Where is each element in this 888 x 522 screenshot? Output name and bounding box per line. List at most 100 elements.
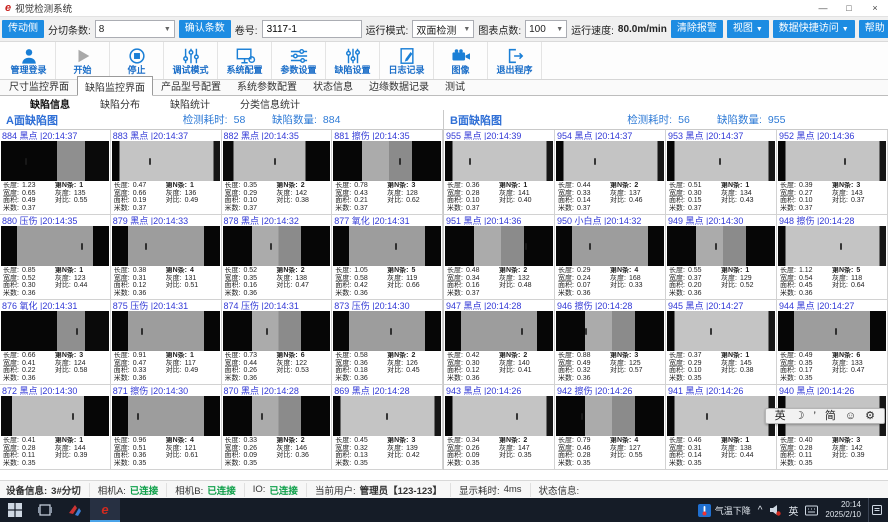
defect-cell[interactable]: 943 黑点 |20:14:26长度:0.34宽度:0.26面积:0.09米数:… (444, 385, 555, 470)
contrast-label: 对比: (832, 197, 848, 204)
ime-simplified-label[interactable]: 简 (825, 411, 836, 422)
notification-center-button[interactable] (868, 498, 884, 522)
param-settings-button[interactable]: 参数设置 (272, 42, 326, 79)
main-tab-1[interactable]: 缺陷监控界面 (77, 76, 153, 96)
ime-emoji-icon[interactable]: ☺ (845, 411, 856, 422)
strip-label: 第N条: (276, 352, 297, 359)
defect-cell[interactable]: 947 黑点 |20:14:28长度:0.42宽度:0.30面积:0.12米数:… (444, 300, 555, 385)
minimize-button[interactable]: — (810, 3, 836, 13)
defect-meta: 长度:0.52宽度:0.35面积:0.16米数:0.36第N条:2灰度:138对… (222, 266, 332, 299)
main-tab-0[interactable]: 尺寸监控界面 (1, 75, 77, 95)
defect-cell[interactable]: 945 黑点 |20:14:27长度:0.37宽度:0.29面积:0.10米数:… (666, 300, 777, 385)
weather-news-widget[interactable]: 气温下降 (698, 504, 751, 517)
defect-cell[interactable]: 881 擦伤 |20:14:35长度:0.78宽度:0.43面积:0.21米数:… (332, 130, 443, 215)
data-quick-access-menu-button[interactable]: 数据快捷访问▼ (773, 20, 855, 38)
defect-mark (25, 158, 27, 165)
defect-cell[interactable]: 940 黑点 |20:14:26长度:0.40宽度:0.28面积:0.11米数:… (777, 385, 888, 470)
len-label: 长度: (225, 352, 241, 359)
confirm-count-button[interactable]: 确认条数 (179, 20, 231, 38)
defect-cell[interactable]: 875 压伤 |20:14:31长度:0.91宽度:0.47面积:0.33米数:… (111, 300, 222, 385)
ime-settings-icon[interactable]: ⚙ (865, 411, 875, 422)
defect-cell[interactable]: 878 黑点 |20:14:32长度:0.52宽度:0.35面积:0.16米数:… (222, 215, 333, 300)
defect-cell-title: 954 黑点 |20:14:37 (555, 130, 665, 140)
len-label: 长度: (780, 182, 796, 189)
ime-language-indicator[interactable]: 英 (788, 503, 798, 518)
defect-cell[interactable]: 942 擦伤 |20:14:26长度:0.79宽度:0.46面积:0.28米数:… (555, 385, 666, 470)
defect-cell[interactable]: 880 压伤 |20:14:35长度:0.85宽度:0.52面积:0.30米数:… (0, 215, 111, 300)
clear-alarm-button[interactable]: 清除报警 (671, 20, 723, 38)
gray-label: 灰度: (276, 360, 292, 367)
defect-cell[interactable]: 955 黑点 |20:14:39长度:0.36宽度:0.28面积:0.10米数:… (444, 130, 555, 215)
defect-cell[interactable]: 882 黑点 |20:14:35长度:0.35宽度:0.29面积:0.10米数:… (222, 130, 333, 215)
area-label: 面积: (447, 367, 463, 374)
debug-mode-button[interactable]: 调试模式 (164, 42, 218, 79)
ime-lang-label[interactable]: 英 (775, 411, 786, 422)
area-value: 0.12 (133, 282, 147, 289)
defect-cell[interactable]: 884 黑点 |20:14:37长度:1.23宽度:0.65面积:0.49米数:… (0, 130, 111, 215)
ime-punct-label[interactable]: ’ (813, 411, 815, 422)
defect-cell[interactable]: 941 黑点 |20:14:26长度:0.46宽度:0.31面积:0.14米数:… (666, 385, 777, 470)
defect-settings-button[interactable]: 缺陷设置 (326, 42, 380, 79)
sub-tab-0[interactable]: 缺陷信息 (30, 96, 70, 111)
stop-button[interactable]: 停止 (110, 42, 164, 79)
defect-cell[interactable]: 871 擦伤 |20:14:30长度:0.96宽度:0.51面积:0.36米数:… (111, 385, 222, 470)
main-tab-2[interactable]: 产品型号配置 (153, 75, 229, 95)
taskbar-app-icon[interactable] (60, 498, 90, 522)
taskbar-clock[interactable]: 20:142025/2/10 (825, 500, 861, 519)
run-mode-select[interactable]: 双面检测▼ (412, 20, 474, 38)
roll-number-input[interactable] (262, 20, 362, 38)
len-value: 0.45 (354, 437, 368, 444)
ime-moon-icon[interactable]: ☽ (795, 411, 805, 422)
drive-side-button[interactable]: 传动侧 (2, 20, 44, 38)
gray-value: 119 (406, 275, 417, 282)
split-count-select[interactable]: 8▼ (95, 20, 175, 38)
wid-value: 0.29 (688, 360, 702, 367)
admin-login-button[interactable]: 管理登录 (2, 42, 56, 79)
defect-cell[interactable]: 953 黑点 |20:14:37长度:0.51宽度:0.30面积:0.15米数:… (666, 130, 777, 215)
system-config-button[interactable]: 系统配置 (218, 42, 272, 79)
task-view-button[interactable] (30, 498, 60, 522)
main-tab-6[interactable]: 测试 (437, 75, 473, 95)
defect-cell[interactable]: 870 黑点 |20:14:28长度:0.33宽度:0.26面积:0.09米数:… (222, 385, 333, 470)
defect-cell[interactable]: 946 擦伤 |20:14:28长度:0.88宽度:0.49面积:0.32米数:… (555, 300, 666, 385)
chart-points-select[interactable]: 100▼ (525, 20, 567, 38)
ime-keyboard-icon[interactable] (805, 505, 818, 516)
start-button[interactable] (0, 498, 30, 522)
main-tab-5[interactable]: 边缘数据记录 (361, 75, 437, 95)
defect-cell[interactable]: 873 压伤 |20:14:30长度:0.58宽度:0.36面积:0.18米数:… (332, 300, 443, 385)
start-button[interactable]: 开始 (56, 42, 110, 79)
defect-cell[interactable]: 950 小白点 |20:14:32长度:0.29宽度:0.24面积:0.07米数… (555, 215, 666, 300)
defect-cell[interactable]: 876 氧化 |20:14:31长度:0.66宽度:0.41面积:0.22米数:… (0, 300, 111, 385)
defect-cell[interactable]: 874 压伤 |20:14:31长度:0.73宽度:0.44面积:0.26米数:… (222, 300, 333, 385)
defect-cell[interactable]: 954 黑点 |20:14:37长度:0.44宽度:0.33面积:0.14米数:… (555, 130, 666, 215)
defect-cell[interactable]: 952 黑点 |20:14:36长度:0.39宽度:0.27面积:0.10米数:… (777, 130, 888, 215)
sub-tab-3[interactable]: 分类信息统计 (240, 96, 300, 111)
close-button[interactable]: × (862, 3, 888, 13)
sub-tab-2[interactable]: 缺陷统计 (170, 96, 210, 111)
len-label: 长度: (335, 182, 351, 189)
defect-cell[interactable]: 949 黑点 |20:14:30长度:0.55宽度:0.37面积:0.20米数:… (666, 215, 777, 300)
taskbar-active-app-icon[interactable]: e (90, 498, 120, 522)
defect-cell[interactable]: 951 黑点 |20:14:36长度:0.48宽度:0.34面积:0.16米数:… (444, 215, 555, 300)
defect-cell[interactable]: 869 黑点 |20:14:28长度:0.45宽度:0.32面积:0.13米数:… (332, 385, 443, 470)
defect-cell[interactable]: 944 黑点 |20:14:27长度:0.49宽度:0.35面积:0.17米数:… (777, 300, 888, 385)
tray-overflow-chevron-icon[interactable]: ^ (758, 505, 763, 516)
main-tab-3[interactable]: 系统参数配置 (229, 75, 305, 95)
meter-value: 0.37 (466, 205, 480, 212)
maximize-button[interactable]: □ (836, 3, 862, 13)
volume-icon[interactable] (769, 504, 781, 516)
help-menu-button[interactable]: 帮助▼ (859, 20, 888, 38)
sub-tab-1[interactable]: 缺陷分布 (100, 96, 140, 111)
image-button[interactable]: 图像 (434, 42, 488, 79)
defect-cell[interactable]: 872 黑点 |20:14:30长度:0.41宽度:0.28面积:0.11米数:… (0, 385, 111, 470)
panel-title: B面缺陷图 (450, 112, 600, 128)
defect-cell[interactable]: 883 黑点 |20:14:37长度:0.47宽度:0.66面积:0.19米数:… (111, 130, 222, 215)
defect-cell[interactable]: 877 氧化 |20:14:31长度:1.05宽度:0.58面积:0.42米数:… (332, 215, 443, 300)
exit-program-button[interactable]: 退出程序 (488, 42, 542, 79)
main-tab-4[interactable]: 状态信息 (305, 75, 361, 95)
view-menu-button[interactable]: 视图▼ (727, 20, 769, 38)
len-value: 1.23 (22, 182, 36, 189)
defect-cell[interactable]: 879 黑点 |20:14:33长度:0.38宽度:0.31面积:0.12米数:… (111, 215, 222, 300)
defect-cell[interactable]: 948 擦伤 |20:14:28长度:1.12宽度:0.54面积:0.45米数:… (777, 215, 888, 300)
log-record-button[interactable]: 日志记录 (380, 42, 434, 79)
